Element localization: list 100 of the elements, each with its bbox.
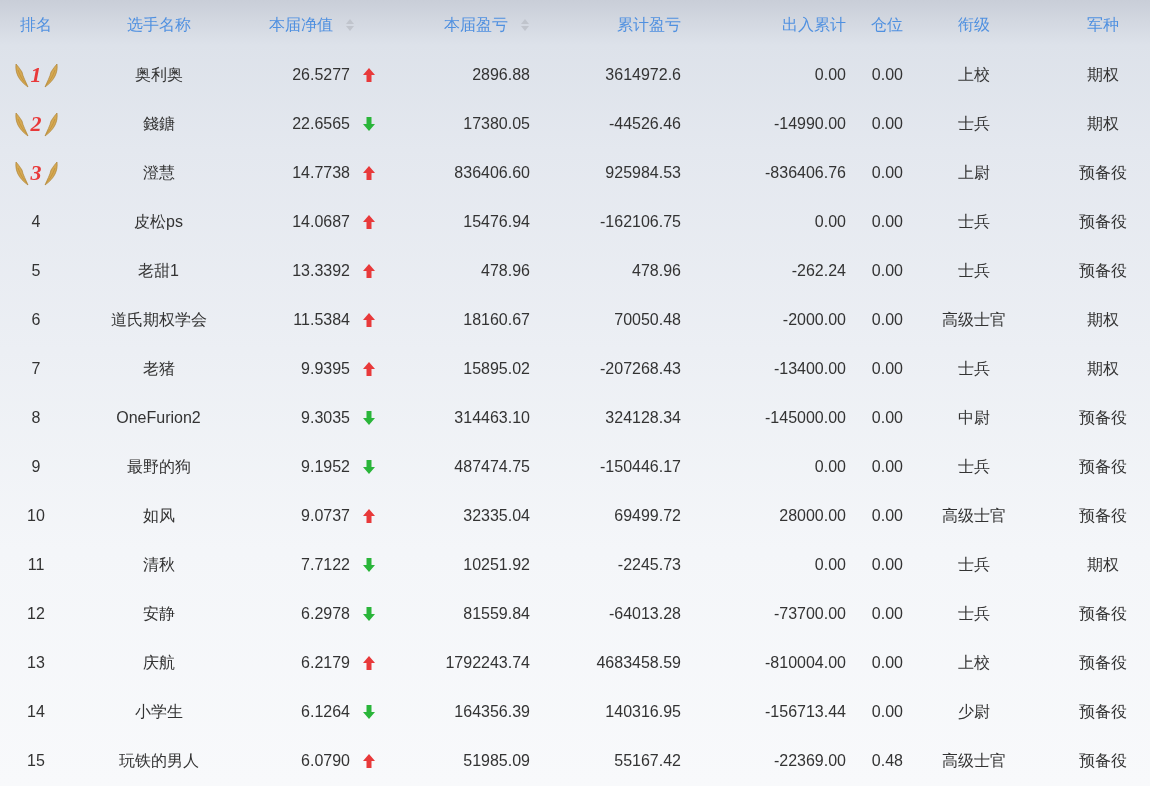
rank-number: 7 <box>31 358 41 379</box>
position-cell-text: 0.00 <box>871 260 903 281</box>
grade-cell-text: 士兵 <box>958 260 990 281</box>
flow-cell-text: -73700.00 <box>773 603 846 624</box>
flow-cell-text: 28000.00 <box>779 505 846 526</box>
flow-cell-text: -262.24 <box>791 260 846 281</box>
sort-icon[interactable] <box>345 18 355 32</box>
player-name: 清秋 <box>142 554 175 575</box>
branch-cell-text: 期权 <box>1087 358 1119 379</box>
net-value-cell-text: 6.0790 <box>301 750 350 771</box>
total-pnl-cell-text: 4683458.59 <box>596 652 681 673</box>
net-value-cell-text: 9.1952 <box>301 456 350 477</box>
pnl-cell-text: 81559.84 <box>463 603 530 624</box>
wing-icon <box>13 159 30 186</box>
rank-number: 13 <box>27 652 45 673</box>
flow-cell-text: 0.00 <box>814 456 846 477</box>
grade-cell-text: 中尉 <box>958 407 990 428</box>
grade-cell-text: 上校 <box>958 652 990 673</box>
player-name: 皮松ps <box>134 211 183 232</box>
grade-cell-text: 士兵 <box>958 211 990 232</box>
player-name: 老猪 <box>142 358 175 379</box>
rank-number: 3 <box>30 161 42 184</box>
position-cell-text: 0.00 <box>871 64 903 85</box>
position-cell-text: 0.00 <box>871 652 903 673</box>
position-cell-text: 0.00 <box>871 162 903 183</box>
pnl-cell-text: 17380.05 <box>463 113 530 134</box>
total-pnl-cell-text: -64013.28 <box>608 603 681 624</box>
column-header: 选手名称 <box>126 15 191 35</box>
pnl-cell-text: 18160.67 <box>463 309 530 330</box>
position-cell-text: 0.00 <box>871 407 903 428</box>
total-pnl-cell-text: 3614972.6 <box>605 64 681 85</box>
flow-cell-text: -14990.00 <box>773 113 846 134</box>
total-pnl-cell-text: 55167.42 <box>614 750 681 771</box>
player-name: 錢鎕 <box>142 113 175 134</box>
column-header: 排名 <box>20 15 52 35</box>
branch-cell-text: 期权 <box>1087 64 1119 85</box>
branch-cell-text: 预备役 <box>1079 652 1127 673</box>
wing-icon <box>42 159 59 186</box>
player-name: 如风 <box>142 505 175 526</box>
wing-icon <box>42 110 59 137</box>
rank-number: 4 <box>31 211 41 232</box>
flow-cell-text: -22369.00 <box>773 750 846 771</box>
total-pnl-cell-text: -2245.73 <box>617 554 681 575</box>
branch-cell-text: 期权 <box>1087 113 1119 134</box>
column-header: 军种 <box>1087 15 1119 35</box>
flow-cell-text: -145000.00 <box>765 407 846 428</box>
pnl-cell-text: 32335.04 <box>463 505 530 526</box>
rank-number: 6 <box>31 309 41 330</box>
net-value-cell-text: 9.3035 <box>301 407 350 428</box>
grade-cell-text: 士兵 <box>958 358 990 379</box>
position-cell-text: 0.00 <box>871 309 903 330</box>
grade-cell-text: 士兵 <box>958 113 990 134</box>
grade-cell-text: 上校 <box>958 64 990 85</box>
position-cell-text: 0.48 <box>871 750 903 771</box>
pnl-cell-text: 15476.94 <box>463 211 530 232</box>
rank-number: 12 <box>27 603 45 624</box>
wing-icon <box>13 61 30 88</box>
branch-cell-text: 预备役 <box>1079 505 1127 526</box>
sort-icon[interactable] <box>520 18 530 32</box>
position-cell-text: 0.00 <box>871 358 903 379</box>
net-value-cell-text: 9.0737 <box>301 505 350 526</box>
column-header: 累计盈亏 <box>617 15 681 35</box>
total-pnl-cell-text: 140316.95 <box>605 701 681 722</box>
grade-cell-text: 高级士官 <box>942 309 1006 330</box>
flow-cell-text: 0.00 <box>814 64 846 85</box>
pnl-cell-text: 15895.02 <box>463 358 530 379</box>
rank-number: 2 <box>30 112 42 135</box>
position-cell-text: 0.00 <box>871 554 903 575</box>
rank-number: 9 <box>31 456 41 477</box>
flow-cell-text: 0.00 <box>814 554 846 575</box>
pnl-cell-text: 10251.92 <box>463 554 530 575</box>
column-header: 衔级 <box>958 15 990 35</box>
branch-cell-text: 期权 <box>1087 554 1119 575</box>
rank-number: 10 <box>27 505 45 526</box>
branch-cell-text: 预备役 <box>1079 456 1127 477</box>
position-cell-text: 0.00 <box>871 456 903 477</box>
branch-cell-text: 预备役 <box>1079 750 1127 771</box>
branch-cell-text: 预备役 <box>1079 603 1127 624</box>
net-value-cell-text: 13.3392 <box>292 260 350 281</box>
branch-cell-text: 预备役 <box>1079 407 1127 428</box>
total-pnl-cell-text: -44526.46 <box>608 113 681 134</box>
rank-number: 15 <box>27 750 45 771</box>
grade-cell-text: 高级士官 <box>942 505 1006 526</box>
net-value-cell-text: 22.6565 <box>292 113 350 134</box>
column-header[interactable]: 本届净值 <box>269 13 355 37</box>
pnl-cell-text: 2896.88 <box>472 64 530 85</box>
flow-cell-text: -836406.76 <box>765 162 846 183</box>
player-name: 道氏期权学会 <box>110 309 207 330</box>
grade-cell-text: 少尉 <box>958 701 990 722</box>
wing-icon <box>42 61 59 88</box>
pnl-cell-text: 1792243.74 <box>445 652 530 673</box>
pnl-cell-text: 478.96 <box>481 260 530 281</box>
player-name: 庆航 <box>142 652 175 673</box>
player-name: OneFurion2 <box>116 407 201 428</box>
player-name: 最野的狗 <box>126 456 191 477</box>
player-name: 老甜1 <box>138 260 179 281</box>
position-cell-text: 0.00 <box>871 603 903 624</box>
pnl-cell-text: 314463.10 <box>454 407 530 428</box>
total-pnl-cell-text: -162106.75 <box>600 211 681 232</box>
column-header[interactable]: 本届盈亏 <box>444 13 530 37</box>
